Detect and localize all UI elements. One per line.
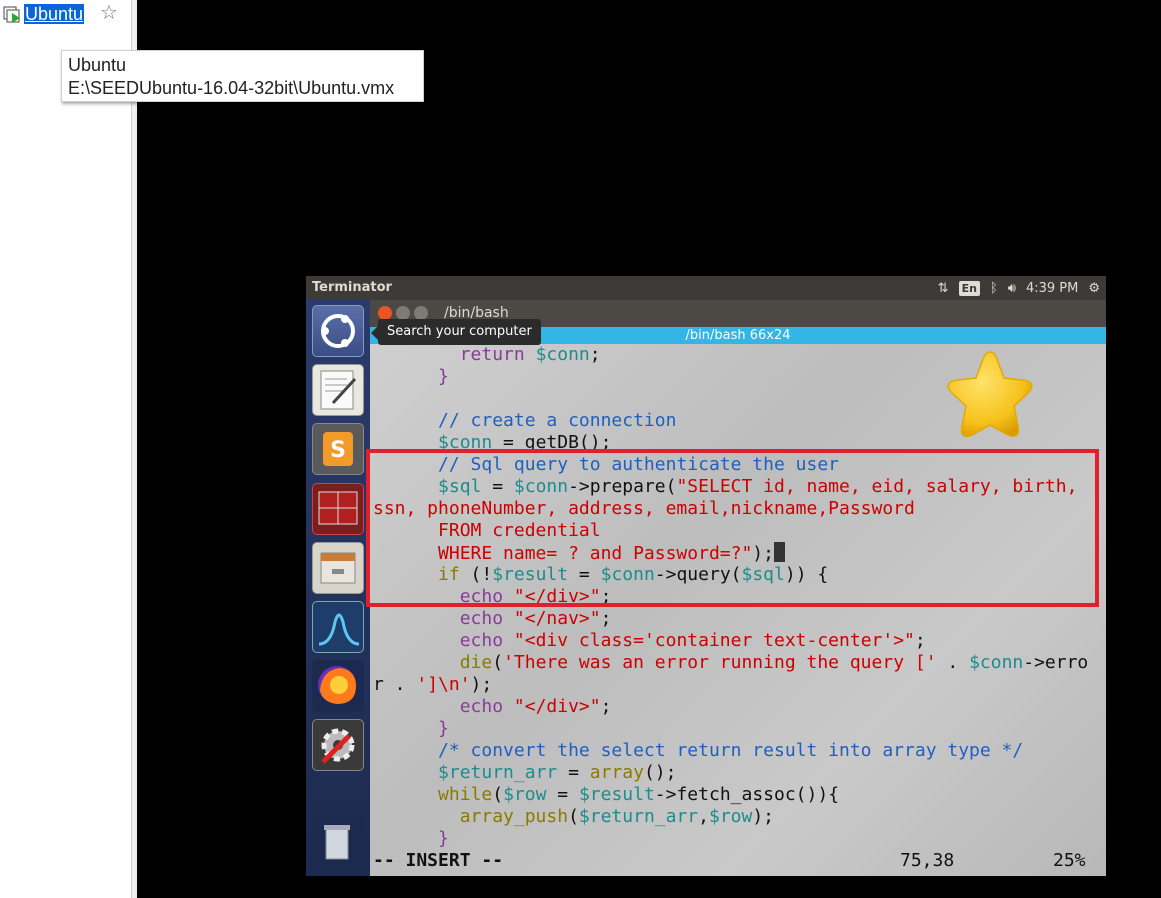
wireshark-icon[interactable] — [312, 601, 364, 653]
code-line: while($row = $result->fetch_assoc()){ — [438, 784, 840, 805]
vm-name-label[interactable]: Ubuntu — [24, 4, 85, 24]
code-line: // create a connection — [438, 410, 677, 431]
cursor-position: 75,38 — [900, 850, 955, 871]
search-your-computer-tooltip: Search your computer — [371, 319, 541, 345]
code-line: } — [438, 828, 449, 849]
terminator-icon[interactable] — [312, 483, 364, 535]
trash-icon[interactable] — [312, 815, 364, 867]
network-icon[interactable]: ⇅ — [938, 281, 949, 296]
code-line: $return_arr = array(); — [438, 762, 677, 783]
keyboard-layout-indicator[interactable]: En — [958, 280, 980, 296]
tooltip-vm-path: E:\SEEDUbuntu-16.04-32bit\Ubuntu.vmx — [68, 78, 395, 98]
ubuntu-dash-icon[interactable] — [312, 305, 364, 357]
maximize-icon[interactable] — [414, 306, 428, 320]
scroll-percentage: 25% — [1053, 850, 1086, 871]
code-line: return $conn; — [459, 344, 601, 365]
code-line: } — [438, 718, 449, 739]
sidebar-splitter[interactable] — [131, 0, 137, 898]
minimize-icon[interactable] — [396, 306, 410, 320]
vm-path-tooltip: Ubuntu E:\SEEDUbuntu-16.04-32bit\Ubuntu.… — [61, 50, 424, 102]
svg-text:S: S — [330, 438, 346, 463]
vm-library-item-ubuntu[interactable]: Ubuntu — [2, 3, 85, 25]
code-line: /* convert the select return result into… — [438, 740, 1024, 761]
code-line: die('There was an error running the quer… — [459, 652, 1089, 673]
star-sticker-icon — [940, 346, 1040, 446]
annotation-highlight-box — [366, 449, 1099, 607]
text-editor-icon[interactable] — [312, 364, 364, 416]
system-tray: ⇅ En ᛒ 🔊︎ 4:39 PM ⚙ — [938, 278, 1100, 298]
bluetooth-icon[interactable]: ᛒ — [990, 281, 998, 296]
tooltip-vm-name: Ubuntu — [68, 55, 127, 75]
code-line: } — [438, 366, 449, 387]
code-line: echo "</nav>"; — [459, 608, 612, 629]
active-app-title: Terminator — [312, 280, 392, 295]
ubuntu-top-panel: Terminator ⇅ En ᛒ 🔊︎ 4:39 PM ⚙ — [306, 276, 1106, 300]
volume-icon[interactable]: 🔊︎ — [1008, 281, 1016, 296]
file-manager-icon[interactable] — [312, 542, 364, 594]
code-line: echo "</div>"; — [459, 696, 612, 717]
code-line: r . ']\n'); — [373, 674, 493, 695]
system-settings-icon[interactable] — [312, 719, 364, 771]
unity-launcher: S — [306, 300, 370, 876]
vm-power-on-icon — [2, 4, 24, 24]
clock[interactable]: 4:39 PM — [1026, 281, 1078, 296]
code-line: echo "<div class='container text-center'… — [459, 630, 926, 651]
vm-library-panel: Ubuntu ☆ — [0, 0, 132, 898]
vim-mode-indicator: -- INSERT -- — [373, 850, 504, 871]
code-line: array_push($return_arr,$row); — [459, 806, 775, 827]
close-icon[interactable] — [378, 306, 392, 320]
star-outline-icon[interactable]: ☆ — [100, 2, 118, 22]
firefox-icon[interactable] — [312, 660, 364, 712]
sublime-text-icon[interactable]: S — [312, 423, 364, 475]
gear-icon[interactable]: ⚙ — [1088, 281, 1100, 296]
window-controls — [378, 306, 428, 320]
